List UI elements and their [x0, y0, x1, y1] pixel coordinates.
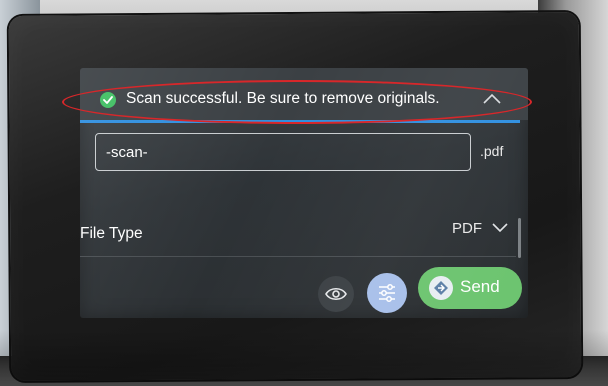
filename-input[interactable] — [95, 133, 471, 171]
file-type-select[interactable]: PDF — [452, 220, 482, 237]
preview-button[interactable] — [318, 276, 354, 312]
eye-icon — [325, 287, 347, 301]
file-type-label: File Type — [80, 225, 143, 242]
row-divider — [80, 256, 516, 257]
scrollbar[interactable] — [518, 218, 521, 258]
sliders-icon — [379, 284, 395, 302]
bottom-shadow — [0, 330, 608, 386]
chevron-down-icon[interactable] — [491, 220, 509, 234]
send-label: Send — [460, 277, 500, 296]
file-extension-label: .pdf — [480, 143, 504, 159]
send-icon — [429, 276, 453, 300]
red-highlight-ellipse — [62, 80, 532, 124]
send-button[interactable]: Send — [418, 267, 522, 309]
settings-button[interactable] — [367, 273, 407, 313]
